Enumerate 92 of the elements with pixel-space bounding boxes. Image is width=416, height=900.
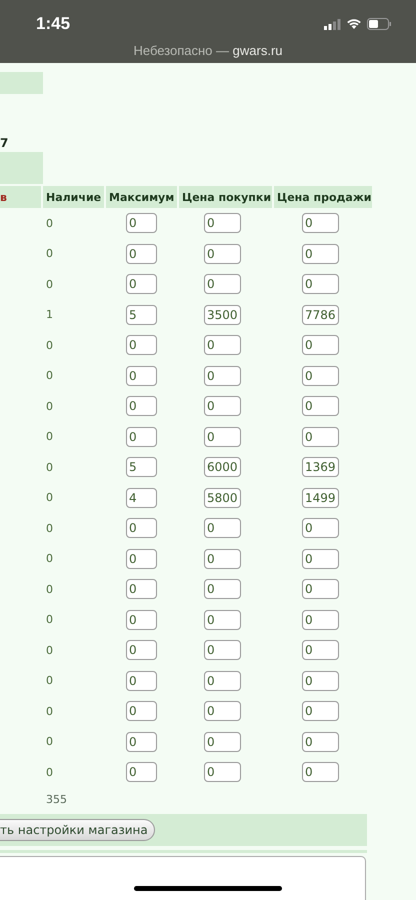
number-field[interactable]: 0 — [302, 244, 339, 264]
number-field[interactable]: 0 — [302, 426, 339, 447]
number-field[interactable]: 0 — [204, 640, 241, 660]
number-field[interactable]: 0 — [126, 396, 157, 416]
number-field[interactable]: 5 — [126, 457, 157, 478]
number-field[interactable]: 0 — [302, 762, 339, 782]
number-field[interactable]: 0 — [204, 701, 241, 722]
address-bar[interactable]: Небезопасно — gwars.ru — [0, 43, 416, 58]
status-time: 1:45 — [36, 14, 70, 34]
column-header: Цена продажи — [274, 186, 372, 208]
number-field[interactable]: 0 — [302, 518, 339, 538]
column-header: Максимум — [106, 186, 177, 208]
number-field[interactable]: 0 — [302, 396, 339, 416]
signal-icon — [324, 18, 341, 30]
header-cell — [0, 152, 43, 184]
stock-total: 355 — [46, 793, 67, 806]
number-field[interactable]: 0 — [126, 518, 157, 538]
number-field[interactable]: 0 — [126, 732, 157, 752]
stock-count: 0 — [46, 247, 53, 260]
stock-count: 0 — [46, 216, 53, 230]
number-field[interactable]: 0 — [302, 366, 339, 386]
number-field[interactable]: 0 — [126, 701, 157, 722]
stock-count: 0 — [46, 522, 53, 535]
stock-count: 0 — [46, 552, 53, 566]
number-field[interactable]: 5800 — [204, 488, 241, 508]
header-cell — [0, 72, 43, 94]
number-field[interactable]: 0 — [204, 579, 241, 600]
number-field[interactable]: 0 — [204, 396, 241, 416]
number-field[interactable]: 0 — [204, 274, 241, 294]
number-field[interactable]: 0 — [204, 518, 241, 538]
number-field[interactable]: 0 — [126, 640, 157, 660]
number-field[interactable]: 1499 — [302, 488, 339, 508]
number-field[interactable]: 5 — [126, 304, 157, 325]
number-field[interactable]: 0 — [126, 213, 157, 234]
number-field[interactable]: 6000 — [204, 457, 241, 478]
number-field[interactable]: 0 — [204, 366, 241, 386]
stock-count: 0 — [46, 491, 53, 504]
number-field[interactable]: 0 — [204, 244, 241, 264]
number-field[interactable]: 0 — [302, 548, 339, 569]
number-field[interactable]: 0 — [302, 701, 339, 722]
number-field[interactable]: 0 — [302, 579, 339, 600]
number-field[interactable]: 0 — [204, 670, 241, 691]
number-field[interactable]: 0 — [204, 762, 241, 782]
battery-icon — [367, 18, 392, 30]
stock-count: 0 — [46, 430, 53, 444]
number-field[interactable]: 1369 — [302, 457, 339, 478]
number-field[interactable]: 0 — [302, 274, 339, 294]
stock-count: 0 — [46, 613, 53, 626]
number-field[interactable]: 0 — [126, 366, 157, 386]
stock-count: 0 — [46, 766, 53, 779]
stock-count: 0 — [46, 278, 53, 291]
stock-count: 1 — [46, 308, 53, 322]
number-field[interactable]: 0 — [126, 335, 157, 356]
number-field[interactable]: 0 — [126, 244, 157, 264]
column-header: Цена покупки — [179, 186, 272, 208]
number-field[interactable]: 7786 — [302, 304, 339, 325]
stock-count: 0 — [46, 582, 53, 596]
save-settings-button[interactable]: ть настройки магазина — [0, 818, 155, 840]
number-field[interactable]: 0 — [204, 213, 241, 234]
column-header: в — [0, 186, 41, 208]
number-field[interactable]: 0 — [302, 610, 339, 630]
number-field[interactable]: 0 — [126, 426, 157, 447]
number-field[interactable]: 0 — [126, 610, 157, 630]
number-field[interactable]: 0 — [204, 335, 241, 356]
number-field[interactable]: 0 — [126, 579, 157, 600]
number-field[interactable]: 0 — [204, 426, 241, 447]
number-field[interactable]: 0 — [302, 732, 339, 752]
stock-count: 0 — [46, 369, 53, 382]
number-field[interactable]: 0 — [302, 213, 339, 234]
text-area[interactable] — [0, 856, 366, 900]
number-field[interactable]: 4 — [126, 488, 157, 508]
number-field[interactable]: 0 — [126, 670, 157, 691]
stock-count: 0 — [46, 704, 53, 718]
stock-count: 0 — [46, 460, 53, 474]
number-field[interactable]: 0 — [126, 274, 157, 294]
number-field[interactable]: 0 — [204, 548, 241, 569]
number-field[interactable]: 3500 — [204, 304, 241, 325]
column-header: Наличие — [43, 186, 104, 208]
number-field[interactable]: 0 — [204, 732, 241, 752]
number-field[interactable]: 0 — [126, 548, 157, 569]
number-field[interactable]: 0 — [204, 610, 241, 630]
stock-count: 0 — [46, 735, 53, 748]
summary-value: 7 — [0, 136, 8, 150]
number-field[interactable]: 0 — [126, 762, 157, 782]
number-field[interactable]: 0 — [302, 335, 339, 356]
number-field[interactable]: 0 — [302, 670, 339, 691]
wifi-icon — [346, 18, 362, 30]
stock-count: 0 — [46, 400, 53, 413]
number-field[interactable]: 0 — [302, 640, 339, 660]
stock-count: 0 — [46, 644, 53, 657]
stock-count: 0 — [46, 338, 53, 352]
stock-count: 0 — [46, 674, 53, 688]
